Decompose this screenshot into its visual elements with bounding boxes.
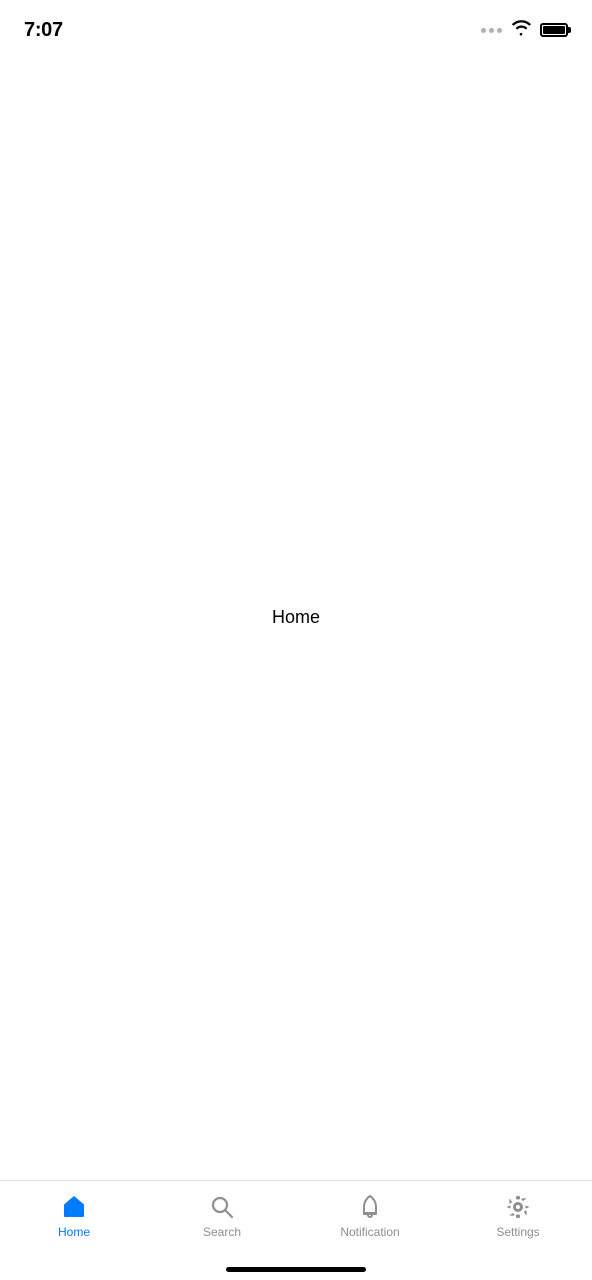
status-time: 7:07: [24, 19, 63, 42]
settings-icon: [504, 1193, 532, 1221]
tab-home[interactable]: Home: [0, 1191, 148, 1239]
battery-icon: [540, 23, 568, 37]
home-indicator: [226, 1267, 366, 1272]
tab-settings-label: Settings: [496, 1225, 539, 1239]
signal-dots-icon: [481, 28, 502, 33]
notification-icon: [356, 1193, 384, 1221]
home-page-label: Home: [272, 607, 320, 628]
tab-search-label: Search: [203, 1225, 241, 1239]
home-icon: [60, 1193, 88, 1221]
tab-home-label: Home: [58, 1225, 90, 1239]
status-icons: [481, 20, 568, 41]
tab-bar: Home Search Notification: [0, 1180, 592, 1280]
main-content: Home: [0, 54, 592, 1180]
search-icon: [208, 1193, 236, 1221]
tab-search[interactable]: Search: [148, 1191, 296, 1239]
status-bar: 7:07: [0, 0, 592, 54]
tab-settings[interactable]: Settings: [444, 1191, 592, 1239]
tab-notification[interactable]: Notification: [296, 1191, 444, 1239]
tab-notification-label: Notification: [340, 1225, 399, 1239]
wifi-icon: [510, 20, 532, 41]
